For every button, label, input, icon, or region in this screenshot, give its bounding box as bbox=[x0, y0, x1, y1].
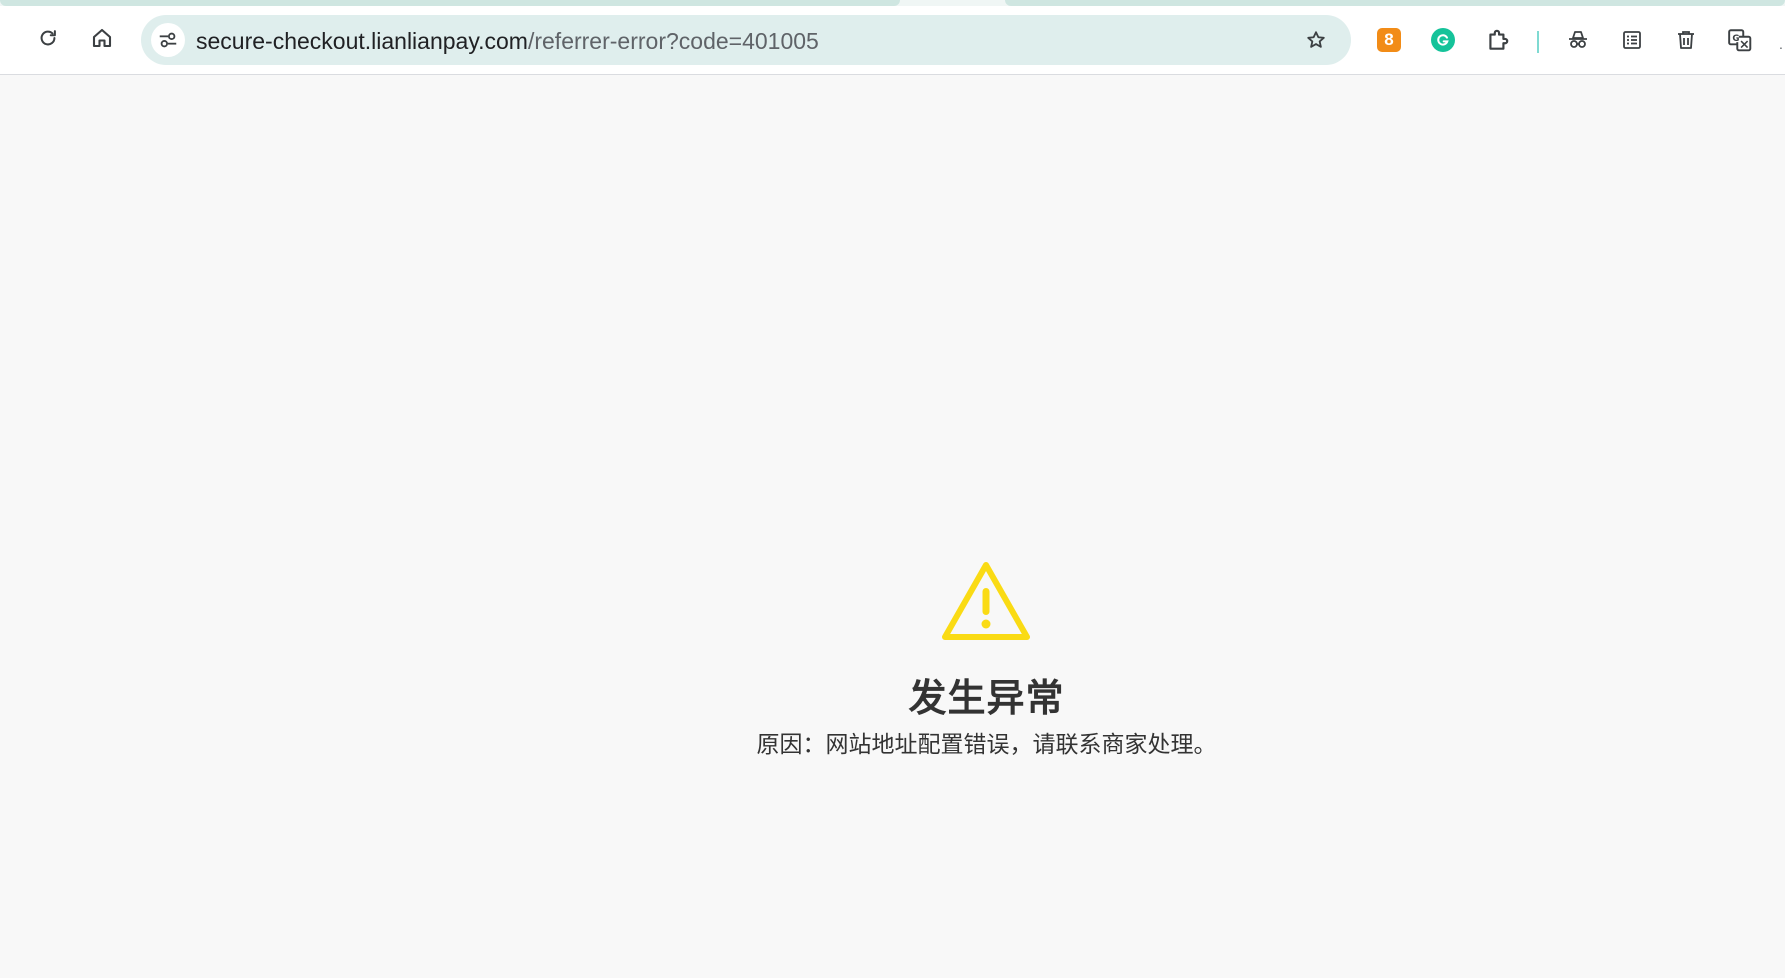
url-host: secure-checkout.lianlianpay.com bbox=[196, 28, 528, 54]
home-button[interactable] bbox=[84, 20, 120, 56]
puzzle-icon bbox=[1489, 29, 1509, 50]
page-content: 发生异常 原因：网站地址配置错误，请联系商家处理。 bbox=[0, 75, 1785, 978]
home-icon bbox=[92, 28, 112, 48]
grammarly-icon bbox=[1431, 28, 1455, 52]
warning-icon bbox=[941, 562, 1030, 640]
star-icon bbox=[1307, 31, 1325, 48]
translate-icon: G bbox=[1728, 29, 1752, 52]
extension-badge-button[interactable]: 8 bbox=[1374, 25, 1404, 55]
bookmark-button[interactable] bbox=[1299, 23, 1333, 57]
incognito-icon bbox=[1569, 31, 1587, 48]
error-block: 发生异常 原因：网站地址配置错误，请联系商家处理。 bbox=[0, 560, 1785, 760]
toolbar-divider bbox=[1537, 31, 1539, 53]
translate-extension-button[interactable]: G bbox=[1725, 25, 1755, 55]
delete-extension-button[interactable] bbox=[1671, 25, 1701, 55]
site-info-button[interactable] bbox=[151, 23, 185, 57]
incognito-extension-button[interactable] bbox=[1563, 25, 1593, 55]
reload-icon bbox=[40, 30, 56, 46]
overflow-fragment[interactable]: . bbox=[1779, 36, 1783, 52]
reading-list-button[interactable] bbox=[1617, 25, 1647, 55]
address-bar[interactable]: secure-checkout.lianlianpay.com/referrer… bbox=[141, 15, 1351, 65]
reload-button[interactable] bbox=[30, 20, 66, 56]
error-title: 发生异常 bbox=[908, 676, 1065, 720]
svg-text:G: G bbox=[1732, 34, 1739, 44]
extensions-menu-button[interactable] bbox=[1483, 25, 1513, 55]
reading-list-icon bbox=[1623, 31, 1641, 49]
extension-badge-icon: 8 bbox=[1377, 28, 1401, 52]
site-settings-icon bbox=[159, 32, 177, 48]
trash-icon bbox=[1678, 31, 1694, 49]
browser-toolbar: › secure-checkout.lianlianpay.com/r bbox=[0, 6, 1785, 75]
browser-window: › secure-checkout.lianlianpay.com/r bbox=[0, 0, 1785, 978]
url-text[interactable]: secure-checkout.lianlianpay.com/referrer… bbox=[196, 28, 819, 54]
url-path: /referrer-error?code=401005 bbox=[527, 28, 819, 54]
grammarly-extension-button[interactable] bbox=[1428, 25, 1458, 55]
back-arrow-icon[interactable]: › bbox=[0, 32, 4, 42]
error-reason: 原因：网站地址配置错误，请联系商家处理。 bbox=[756, 732, 1217, 758]
